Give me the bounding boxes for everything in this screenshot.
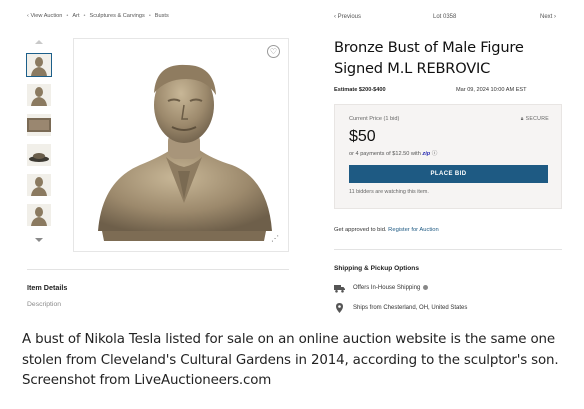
bronze-bust-image (98, 64, 272, 241)
breadcrumb: ‹ View Auction • Art • Sculptures & Carv… (27, 13, 169, 19)
current-price-label: Current Price (1 bid) (349, 116, 400, 122)
breadcrumb-item-art[interactable]: Art (72, 13, 79, 19)
item-details-heading[interactable]: Item Details (27, 283, 67, 292)
estimate: Estimate $200-$400 (334, 87, 386, 93)
thumbnail-4[interactable] (27, 144, 51, 166)
thumbnail-scroll-down-icon[interactable] (35, 238, 43, 242)
zip-logo[interactable]: zip (422, 151, 430, 157)
secure-badge: 🔒︎ SECURE (520, 116, 549, 122)
thumbnail-6[interactable] (27, 204, 51, 226)
place-bid-button[interactable]: PLACE BID (349, 165, 548, 183)
lock-icon: 🔒︎ (520, 116, 524, 122)
current-price: $50 (349, 128, 376, 145)
back-to-auction-link[interactable]: ‹ View Auction (27, 13, 62, 19)
divider (27, 269, 289, 270)
thumbnail-1[interactable] (26, 53, 52, 77)
location-pin-icon (336, 303, 343, 313)
thumbnail-3[interactable] (27, 114, 51, 136)
installment-payments: or 4 payments of $12.50 with zip ⓘ (349, 151, 438, 157)
register-for-auction-link[interactable]: Register for Auction (388, 227, 439, 233)
breadcrumb-separator: • (148, 13, 151, 19)
next-lot-link[interactable]: Next › (540, 14, 556, 20)
bid-panel: Current Price (1 bid) 🔒︎ SECURE $50 or 4… (334, 104, 562, 209)
breadcrumb-item-busts[interactable]: Busts (155, 13, 169, 19)
breadcrumb-separator: • (66, 13, 69, 19)
shipping-option-in-house: Offers In-House Shipping (334, 283, 429, 293)
thumbnail-5[interactable] (27, 174, 51, 196)
thumbnail-scroll-up-icon[interactable] (35, 40, 43, 44)
auction-date: Mar 09, 2024 10:00 AM EST (456, 87, 527, 93)
shipping-origin: Ships from Chesterland, OH, United State… (334, 303, 467, 313)
truck-icon (334, 285, 345, 293)
main-product-image[interactable]: ♡ ⋰ (73, 38, 289, 252)
image-caption: A bust of Nikola Tesla listed for sale o… (22, 332, 559, 388)
lot-number: Lot 0358 (433, 14, 457, 20)
info-icon[interactable]: ⓘ (432, 151, 438, 157)
previous-lot-link[interactable]: ‹ Previous (334, 14, 361, 20)
chevron-left-icon: ‹ (27, 13, 29, 19)
description-label: Description (27, 301, 61, 308)
share-icon[interactable]: ⋰ (271, 234, 279, 243)
approval-prompt: Get approved to bid. Register for Auctio… (334, 227, 439, 233)
info-icon[interactable] (423, 284, 429, 290)
watchers-count: 11 bidders are watching this item. (349, 189, 429, 195)
favorite-heart-icon[interactable]: ♡ (267, 45, 280, 58)
breadcrumb-item-sculptures[interactable]: Sculptures & Carvings (89, 13, 144, 19)
divider (334, 249, 562, 250)
lot-title: Bronze Bust of Male Figure Signed M.L RE… (334, 39, 524, 77)
shipping-heading: Shipping & Pickup Options (334, 265, 419, 272)
thumbnail-2[interactable] (27, 84, 51, 106)
breadcrumb-separator: • (83, 13, 86, 19)
